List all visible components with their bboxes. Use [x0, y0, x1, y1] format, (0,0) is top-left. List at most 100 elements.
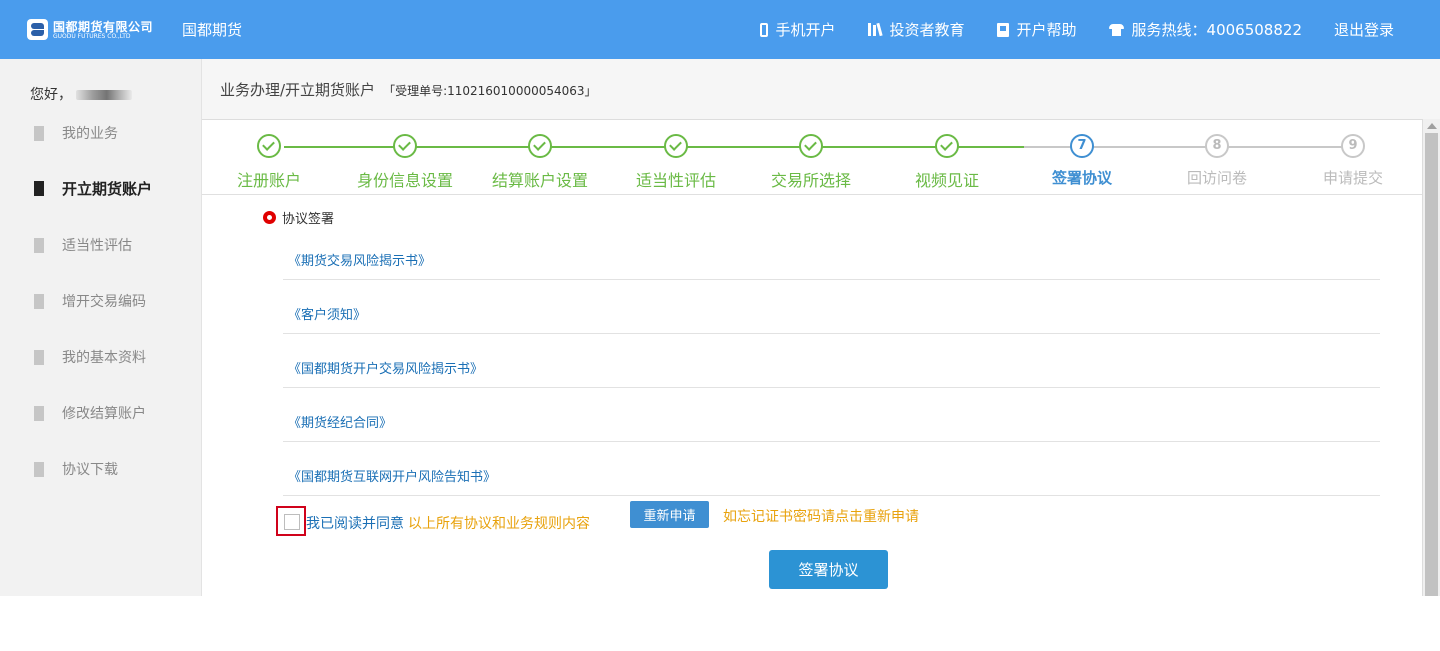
- step-suitability: 适当性评估: [606, 134, 746, 191]
- step-video: 视频见证: [877, 134, 1017, 191]
- logout-link[interactable]: 退出登录: [1334, 19, 1394, 40]
- phone-icon: [759, 22, 768, 37]
- telephone-icon: [1108, 23, 1124, 36]
- step-register: 注册账户: [199, 134, 339, 191]
- step-label: 回访问卷: [1186, 169, 1247, 187]
- check-icon: [257, 134, 281, 158]
- sidebar-bullet-icon: [34, 349, 44, 365]
- step-label: 签署协议: [1051, 169, 1112, 187]
- sidebar-item-label: 增开交易编码: [62, 294, 146, 310]
- vertical-scrollbar[interactable]: [1422, 119, 1440, 596]
- sidebar-bullet-icon: [34, 237, 44, 253]
- main-panel: 注册账户 身份信息设置 结算账户设置 适当性评估 交易所选择 视频见证 7 签署…: [202, 119, 1422, 596]
- greeting-text: 您好，: [30, 87, 72, 103]
- nav-mobile-account[interactable]: 手机开户: [759, 19, 836, 40]
- agreement-link-internet-risk-notice[interactable]: 《国都期货互联网开户风险告知书》: [288, 466, 496, 485]
- agreement-link-brokerage-contract[interactable]: 《期货经纪合同》: [288, 412, 392, 431]
- nav-label: 服务热线：4006508822: [1131, 21, 1302, 39]
- nav-label: 退出登录: [1333, 21, 1394, 39]
- sidebar-item-add-trading-code[interactable]: 增开交易编码: [34, 291, 146, 311]
- agreement-item: 《期货交易风险揭示书》: [283, 226, 1380, 280]
- nav-label: 手机开户: [775, 21, 836, 39]
- sidebar-item-label: 我的业务: [62, 126, 118, 142]
- books-icon: [867, 22, 883, 37]
- sidebar-item-open-futures-account[interactable]: 开立期货账户: [34, 178, 152, 199]
- agree-text: 我已阅读并同意: [306, 516, 404, 532]
- check-icon: [528, 134, 552, 158]
- check-icon: [664, 134, 688, 158]
- step-identity: 身份信息设置: [335, 134, 475, 191]
- step-submit: 9 申请提交: [1283, 134, 1423, 188]
- sidebar-item-label: 适当性评估: [62, 238, 132, 254]
- sidebar-item-basic-info[interactable]: 我的基本资料: [34, 347, 146, 367]
- agreement-link-guodu-risk-disclosure[interactable]: 《国都期货开户交易风险揭示书》: [288, 358, 483, 377]
- radio-selected-icon: [263, 211, 276, 224]
- step-label: 身份信息设置: [356, 171, 453, 190]
- step-sign-agreement: 7 签署协议: [1012, 134, 1152, 188]
- step-label: 结算账户设置: [491, 171, 588, 190]
- agree-checkbox[interactable]: [276, 506, 306, 536]
- breadcrumb-bar: 业务办理/开立期货账户 「受理单号:110216010000054063」: [202, 59, 1440, 119]
- agreement-item: 《客户须知》: [283, 280, 1380, 334]
- sidebar-bullet-icon: [34, 405, 44, 421]
- step-label: 交易所选择: [770, 171, 851, 190]
- agreement-link-risk-disclosure[interactable]: 《期货交易风险揭示书》: [288, 250, 431, 269]
- section-title-text: 协议签署: [282, 212, 335, 227]
- sign-agreement-button[interactable]: 签署协议: [769, 550, 888, 589]
- check-icon: [935, 134, 959, 158]
- agree-label: 我已阅读并同意 以上所有协议和业务规则内容: [306, 513, 590, 533]
- nav-label: 开户帮助: [1016, 21, 1077, 39]
- sidebar-item-settlement-account[interactable]: 修改结算账户: [34, 403, 146, 423]
- sidebar-bullet-icon: [34, 293, 44, 309]
- top-nav: 手机开户 投资者教育 开户帮助 服务热线：4006508822 退出登录: [759, 0, 1394, 59]
- reapply-button[interactable]: 重新申请: [630, 501, 709, 528]
- scroll-thumb[interactable]: [1425, 133, 1438, 596]
- step-return-visit: 8 回访问卷: [1147, 134, 1287, 188]
- agreement-link-customer-notice[interactable]: 《客户须知》: [288, 304, 366, 323]
- agreement-item: 《国都期货互联网开户风险告知书》: [283, 442, 1380, 496]
- nav-service-hotline: 服务热线：4006508822: [1108, 19, 1302, 40]
- step-number-circle: 7: [1070, 134, 1094, 158]
- nav-account-help[interactable]: 开户帮助: [996, 19, 1077, 40]
- nav-label: 投资者教育: [889, 21, 965, 39]
- check-icon: [799, 134, 823, 158]
- nav-investor-education[interactable]: 投资者教育: [867, 19, 965, 40]
- progress-steps: 注册账户 身份信息设置 结算账户设置 适当性评估 交易所选择 视频见证 7 签署…: [202, 120, 1422, 195]
- sidebar-item-label: 协议下载: [62, 462, 118, 478]
- sidebar-item-agreement-download[interactable]: 协议下载: [34, 459, 118, 479]
- sidebar-item-label: 我的基本资料: [62, 350, 146, 366]
- sidebar-item-my-business[interactable]: 我的业务: [34, 123, 118, 143]
- logo-english-name: GUODU FUTURES CO.,LTD: [53, 33, 131, 40]
- sidebar-bullet-icon: [34, 461, 44, 477]
- sidebar: 您好， 我的业务 开立期货账户 适当性评估 增开交易编码 我的基本资料 修改结算…: [0, 59, 202, 596]
- step-number-circle: 9: [1341, 134, 1365, 158]
- step-exchange: 交易所选择: [741, 134, 881, 191]
- brand-name[interactable]: 国都期货: [182, 19, 242, 40]
- breadcrumb: 业务办理/开立期货账户 「受理单号:110216010000054063」: [220, 79, 597, 100]
- logo-mark-icon: [27, 19, 48, 40]
- masked-username: [76, 90, 132, 100]
- sidebar-bullet-icon: [34, 125, 44, 141]
- step-label: 申请提交: [1322, 169, 1383, 187]
- top-header: 国都期货有限公司 GUODU FUTURES CO.,LTD 国都期货 手机开户…: [0, 0, 1440, 59]
- book-icon: [996, 22, 1009, 37]
- step-number-circle: 8: [1205, 134, 1229, 158]
- step-label: 注册账户: [236, 171, 301, 190]
- sidebar-item-suitability[interactable]: 适当性评估: [34, 235, 132, 255]
- check-icon: [393, 134, 417, 158]
- user-greeting: 您好，: [30, 84, 132, 104]
- sidebar-item-label: 修改结算账户: [62, 406, 146, 422]
- agreement-section-title: 协议签署: [263, 208, 334, 227]
- certificate-hint: 如忘记证书密码请点击重新申请: [723, 509, 919, 525]
- breadcrumb-path: 业务办理/开立期货账户: [220, 81, 376, 99]
- company-logo[interactable]: 国都期货有限公司 GUODU FUTURES CO.,LTD: [27, 17, 153, 43]
- step-label: 适当性评估: [635, 171, 716, 190]
- agreement-item: 《国都期货开户交易风险揭示书》: [283, 334, 1380, 388]
- agreement-item: 《期货经纪合同》: [283, 388, 1380, 442]
- sidebar-bullet-icon: [34, 181, 44, 196]
- scroll-up-arrow-icon[interactable]: [1427, 123, 1437, 129]
- step-label: 视频见证: [914, 171, 979, 190]
- step-settlement: 结算账户设置: [470, 134, 610, 191]
- sidebar-item-label: 开立期货账户: [62, 180, 153, 198]
- receipt-number: 「受理单号:110216010000054063」: [383, 84, 597, 98]
